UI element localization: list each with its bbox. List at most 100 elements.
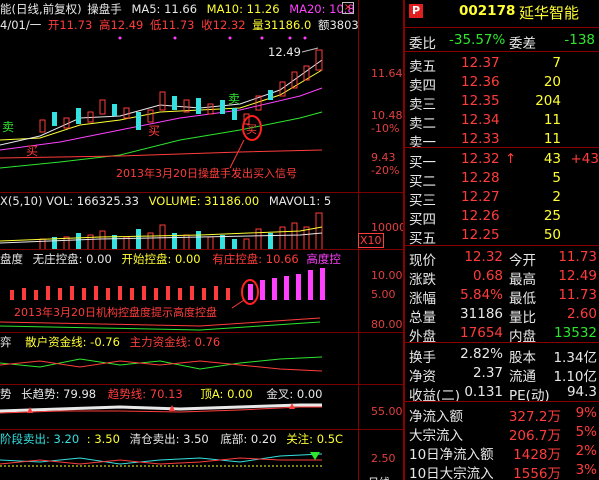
flow-row[interactable]: 10日净流入额 1428万 2% <box>405 442 599 463</box>
stat-value: 2.37 <box>472 365 503 381</box>
fund-axis <box>358 333 403 384</box>
bid-label: 买四 <box>409 212 436 228</box>
flow-value: 206.7万 <box>508 428 561 444</box>
flow-row[interactable]: 净流入额 327.2万 9% <box>405 404 599 425</box>
stat-label: 涨跌 <box>409 272 436 288</box>
stat-value: 2.82% <box>460 346 503 362</box>
period-badge[interactable]: P <box>409 4 423 18</box>
stat-value: 12.49 <box>558 268 597 284</box>
flow-row[interactable]: 10日大宗流入 1556万 3% <box>405 461 599 480</box>
bid-price: 12.27 <box>461 189 500 205</box>
control-tick: 10.00 <box>371 269 403 282</box>
weibi-row: 委比 -35.57% 委差 -138 <box>405 31 599 52</box>
flow-label: 大宗流入 <box>409 428 463 444</box>
flow-row[interactable]: 大宗流入 206.7万 5% <box>405 423 599 444</box>
up-arrow-icon: ↑ <box>505 151 517 167</box>
bid-row[interactable]: 买五 12.25 50 <box>405 226 599 247</box>
phase-tick: 2.50 <box>371 452 396 465</box>
fund-chart <box>0 356 323 372</box>
bid-volume: 5 <box>552 170 561 186</box>
fund-tick: 80.00 <box>371 318 403 331</box>
stat-value: 11.73 <box>558 287 597 303</box>
ask-volume: 11 <box>543 112 561 128</box>
bid-volume: 25 <box>543 208 561 224</box>
stat-row[interactable]: 总量 31186 量比 2.60 <box>405 305 599 326</box>
control-bars <box>0 268 325 331</box>
ask-row[interactable]: 卖四 12.36 20 <box>405 73 599 94</box>
sell-signal-label: 卖 <box>228 92 241 106</box>
stat-label: 净资 <box>409 369 436 385</box>
price-panel[interactable]: 能(日线,前复权) 操盘手 MA5: 11.66 MA10: 11.26 MA2… <box>0 0 403 193</box>
chart-area[interactable]: 能(日线,前复权) 操盘手 MA5: 11.66 MA10: 11.26 MA2… <box>0 0 403 480</box>
stock-name: 延华智能 <box>519 4 580 22</box>
ask-price: 12.34 <box>461 112 500 128</box>
bid-row[interactable]: 买四 12.26 25 <box>405 207 599 228</box>
phase-chart <box>0 452 323 467</box>
flow-label: 净流入额 <box>409 409 463 425</box>
bid-change: +43 <box>570 151 599 167</box>
ask-row[interactable]: 卖三 12.35 204 <box>405 92 599 113</box>
trend-panel[interactable]: 势 长趋势: 79.98 趋势线: 70.13 顶A: 0.00 金叉: 0.0… <box>0 385 403 430</box>
ask-price: 12.36 <box>461 74 500 90</box>
flow-pct: 9% <box>575 405 597 421</box>
stat2-row[interactable]: 换手 2.82% 股本 1.34亿 <box>405 345 599 366</box>
ask-label: 卖一 <box>409 135 436 151</box>
phase-panel[interactable]: 阶段卖出: 3.20 : 3.50 清仓卖出: 3.50 底部: 0.20 关注… <box>0 430 403 480</box>
stat-value: 12.32 <box>464 249 503 265</box>
bid-label: 买一 <box>409 155 436 171</box>
bid-volume: 2 <box>552 189 561 205</box>
control-tick: 5.00 <box>371 288 396 301</box>
trend-tick: 55.00 <box>371 405 403 418</box>
ask-volume: 11 <box>543 131 561 147</box>
period-label[interactable]: 日线 <box>368 474 390 480</box>
stat-label: 最低 <box>509 291 536 307</box>
stock-code: 002178 <box>459 3 516 19</box>
stat-value: 17654 <box>460 325 503 341</box>
bid-price: 12.28 <box>461 170 500 186</box>
bid-label: 买三 <box>409 193 436 209</box>
fund-panel[interactable]: 弈 散户资金线: -0.76 主力资金线: 0.76 <box>0 333 403 385</box>
bid-volume: 50 <box>543 227 561 243</box>
price-tick: 10.48 <box>371 109 403 122</box>
bid-row[interactable]: 买三 12.27 2 <box>405 188 599 209</box>
stat-row[interactable]: 现价 12.32 今开 11.73 <box>405 248 599 269</box>
ask-price: 12.37 <box>461 55 500 71</box>
stat-value: 13532 <box>554 325 597 341</box>
control-panel[interactable]: 盘度 无庄控盘: 0.00 开始控盘: 0.00 有庄控盘: 10.66 高度控… <box>0 250 403 333</box>
bid-row[interactable]: 买二 12.28 5 <box>405 169 599 190</box>
weibi-label: 委比 <box>409 36 436 52</box>
stat-row[interactable]: 外盘 17654 内盘 13532 <box>405 324 599 345</box>
ask-label: 卖五 <box>409 59 436 75</box>
weicha-value: -138 <box>564 32 595 48</box>
volume-unit: X10 <box>358 233 384 248</box>
bid-label: 买二 <box>409 174 436 190</box>
bid-row[interactable]: 买一 12.32 43 ↑ +43 <box>405 150 599 171</box>
candles <box>39 49 323 133</box>
stat-label: 现价 <box>409 253 436 269</box>
buy-signal-label: 买 <box>26 144 39 158</box>
quote-title-row: P 002178 延华智能 <box>405 0 599 22</box>
ask-price: 12.35 <box>461 93 500 109</box>
flow-value: 1556万 <box>513 466 561 480</box>
stat-value: 94.3 <box>566 384 597 400</box>
bid-label: 买五 <box>409 231 436 247</box>
ma-line-slow <box>0 111 323 169</box>
stat2-row[interactable]: 收益(二) 0.131 PE(动) 94.3 <box>405 383 599 404</box>
ask-row[interactable]: 卖二 12.34 11 <box>405 111 599 132</box>
stat-label: 流通 <box>509 369 536 385</box>
ask-row[interactable]: 卖五 12.37 7 <box>405 54 599 75</box>
ask-label: 卖四 <box>409 78 436 94</box>
stat2-row[interactable]: 净资 2.37 流通 1.10亿 <box>405 364 599 385</box>
stat-value: 2.60 <box>566 306 597 322</box>
stat-value: 31186 <box>460 306 503 322</box>
stat-row[interactable]: 涨跌 0.68 最高 12.49 <box>405 267 599 288</box>
flow-pct: 3% <box>575 462 597 478</box>
stat-label: 涨幅 <box>409 291 436 307</box>
stat-row[interactable]: 涨幅 5.84% 最低 11.73 <box>405 286 599 307</box>
sell-signal-label: 卖 <box>2 120 15 134</box>
volume-panel[interactable]: X(5,10) VOL: 166325.33 VOLUME: 31186.00 … <box>0 193 403 250</box>
stat-label: 量比 <box>509 310 536 326</box>
flow-pct: 5% <box>575 424 597 440</box>
flow-pct: 2% <box>575 443 597 459</box>
low-line <box>0 149 323 159</box>
